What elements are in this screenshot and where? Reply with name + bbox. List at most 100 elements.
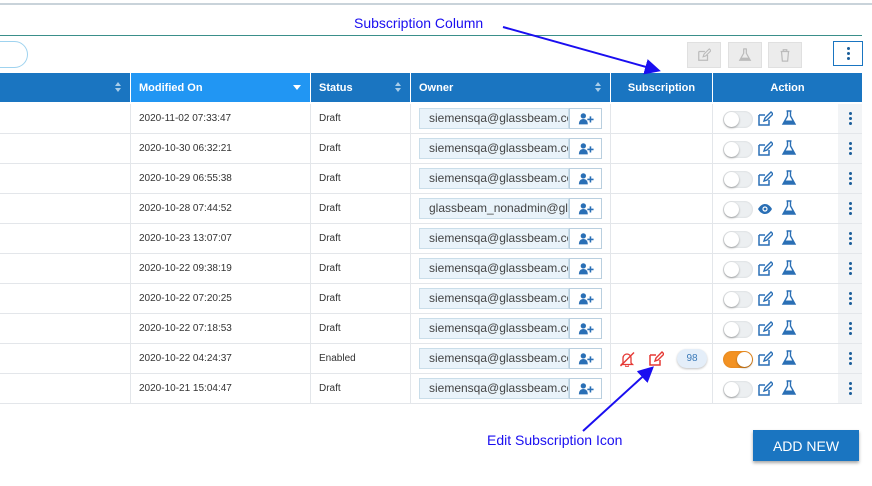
row-menu-button[interactable]: [838, 134, 862, 163]
table-row[interactable]: 2020-10-21 15:04:47 Draft siemensqa@glassb…: [0, 374, 862, 404]
column-header-owner[interactable]: Owner: [411, 73, 611, 102]
edit-icon[interactable]: [757, 261, 773, 277]
name-cell[interactable]: [0, 134, 131, 163]
name-cell[interactable]: [0, 224, 131, 253]
edit-icon[interactable]: [757, 111, 773, 127]
edit-icon[interactable]: [757, 141, 773, 157]
assign-owner-button[interactable]: [569, 258, 602, 279]
row-menu-button[interactable]: [838, 314, 862, 343]
owner-field[interactable]: siemensqa@glassbeam.com: [419, 288, 569, 309]
edit-icon[interactable]: [757, 291, 773, 307]
flask-icon[interactable]: [781, 260, 797, 276]
name-cell[interactable]: [0, 194, 131, 223]
owner-field[interactable]: siemensqa@glassbeam.com: [419, 318, 569, 339]
name-cell[interactable]: [0, 284, 131, 313]
assign-owner-button[interactable]: [569, 318, 602, 339]
bell-off-icon[interactable]: [619, 351, 635, 367]
add-user-icon: [577, 111, 595, 127]
table-row[interactable]: 2020-10-23 13:07:07 Draft siemensqa@glassb…: [0, 224, 862, 254]
name-cell[interactable]: [0, 314, 131, 343]
flask-icon[interactable]: [781, 170, 797, 186]
eye-icon[interactable]: [757, 201, 773, 217]
table-row[interactable]: 2020-11-02 07:33:47 Draft siemensqa@glassb…: [0, 104, 862, 134]
owner-field[interactable]: siemensqa@glassbeam.com: [419, 168, 569, 189]
owner-field[interactable]: siemensqa@glassbeam.com: [419, 258, 569, 279]
row-menu-button[interactable]: [838, 164, 862, 193]
assign-owner-button[interactable]: [569, 348, 602, 369]
flask-icon[interactable]: [781, 230, 797, 246]
flask-icon[interactable]: [781, 140, 797, 156]
row-menu-button[interactable]: [838, 104, 862, 133]
row-menu-button[interactable]: [838, 254, 862, 283]
enable-toggle[interactable]: [723, 141, 753, 158]
row-menu-button[interactable]: [838, 374, 862, 403]
subscription-cell: [611, 254, 713, 283]
edit-icon[interactable]: [757, 351, 773, 367]
edit-icon[interactable]: [757, 171, 773, 187]
table-row[interactable]: 2020-10-22 04:24:37 Enabled siemensqa@glas…: [0, 344, 862, 374]
enable-toggle[interactable]: [723, 381, 753, 398]
edit-subscription-icon[interactable]: [648, 351, 664, 367]
assign-owner-button[interactable]: [569, 198, 602, 219]
column-header-modified-on[interactable]: Modified On: [131, 73, 311, 102]
owner-field[interactable]: siemensqa@glassbeam.com: [419, 138, 569, 159]
row-menu-button[interactable]: [838, 194, 862, 223]
enable-toggle[interactable]: [723, 321, 753, 338]
owner-field[interactable]: siemensqa@glassbeam.com: [419, 228, 569, 249]
name-cell[interactable]: [0, 164, 131, 193]
enable-toggle[interactable]: [723, 111, 753, 128]
edit-icon[interactable]: [757, 381, 773, 397]
column-header-name[interactable]: [0, 73, 131, 102]
edit-button[interactable]: [687, 42, 721, 68]
enable-toggle[interactable]: [723, 261, 753, 278]
assign-owner-button[interactable]: [569, 168, 602, 189]
delete-button[interactable]: [768, 42, 802, 68]
sort-icon: [395, 82, 402, 93]
name-cell[interactable]: [0, 104, 131, 133]
toggle-knob: [724, 172, 739, 187]
top-border: [0, 0, 872, 5]
enable-toggle[interactable]: [723, 351, 753, 368]
search-input[interactable]: [0, 41, 28, 68]
edit-icon[interactable]: [757, 321, 773, 337]
table-row[interactable]: 2020-10-22 07:20:25 Draft siemensqa@glassb…: [0, 284, 862, 314]
row-menu-button[interactable]: [838, 224, 862, 253]
status-cell: Draft: [311, 314, 411, 343]
flask-icon[interactable]: [781, 290, 797, 306]
enable-toggle[interactable]: [723, 201, 753, 218]
column-header-status[interactable]: Status: [311, 73, 411, 102]
flask-icon[interactable]: [781, 350, 797, 366]
flask-icon[interactable]: [781, 320, 797, 336]
flask-icon[interactable]: [781, 200, 797, 216]
owner-field[interactable]: siemensqa@glassbeam.com: [419, 108, 569, 129]
owner-field[interactable]: glassbeam_nonadmin@glassbeam.com: [419, 198, 569, 219]
assign-owner-button[interactable]: [569, 288, 602, 309]
toolbar-menu-button[interactable]: [833, 41, 863, 66]
test-button[interactable]: [728, 42, 762, 68]
table-row[interactable]: 2020-10-22 07:18:53 Draft siemensqa@glassb…: [0, 314, 862, 344]
row-menu-button[interactable]: [838, 344, 862, 373]
owner-field[interactable]: siemensqa@glassbeam.com: [419, 378, 569, 399]
name-cell[interactable]: [0, 254, 131, 283]
enable-toggle[interactable]: [723, 171, 753, 188]
assign-owner-button[interactable]: [569, 108, 602, 129]
flask-icon[interactable]: [781, 110, 797, 126]
enable-toggle[interactable]: [723, 291, 753, 308]
enable-toggle[interactable]: [723, 231, 753, 248]
assign-owner-button[interactable]: [569, 138, 602, 159]
row-menu-button[interactable]: [838, 284, 862, 313]
toggle-knob: [724, 142, 739, 157]
flask-icon[interactable]: [781, 380, 797, 396]
edit-icon[interactable]: [757, 231, 773, 247]
add-new-button[interactable]: ADD NEW: [753, 430, 859, 461]
sort-icon: [115, 82, 122, 93]
owner-field[interactable]: siemensqa@glassbeam.com: [419, 348, 569, 369]
assign-owner-button[interactable]: [569, 228, 602, 249]
table-row[interactable]: 2020-10-30 06:32:21 Draft siemensqa@glassb…: [0, 134, 862, 164]
table-row[interactable]: 2020-10-29 06:55:38 Draft siemensqa@glassb…: [0, 164, 862, 194]
name-cell[interactable]: [0, 374, 131, 403]
name-cell[interactable]: [0, 344, 131, 373]
table-row[interactable]: 2020-10-22 09:38:19 Draft siemensqa@glassb…: [0, 254, 862, 284]
assign-owner-button[interactable]: [569, 378, 602, 399]
table-row[interactable]: 2020-10-28 07:44:52 Draft glassbeam_nonadm…: [0, 194, 862, 224]
